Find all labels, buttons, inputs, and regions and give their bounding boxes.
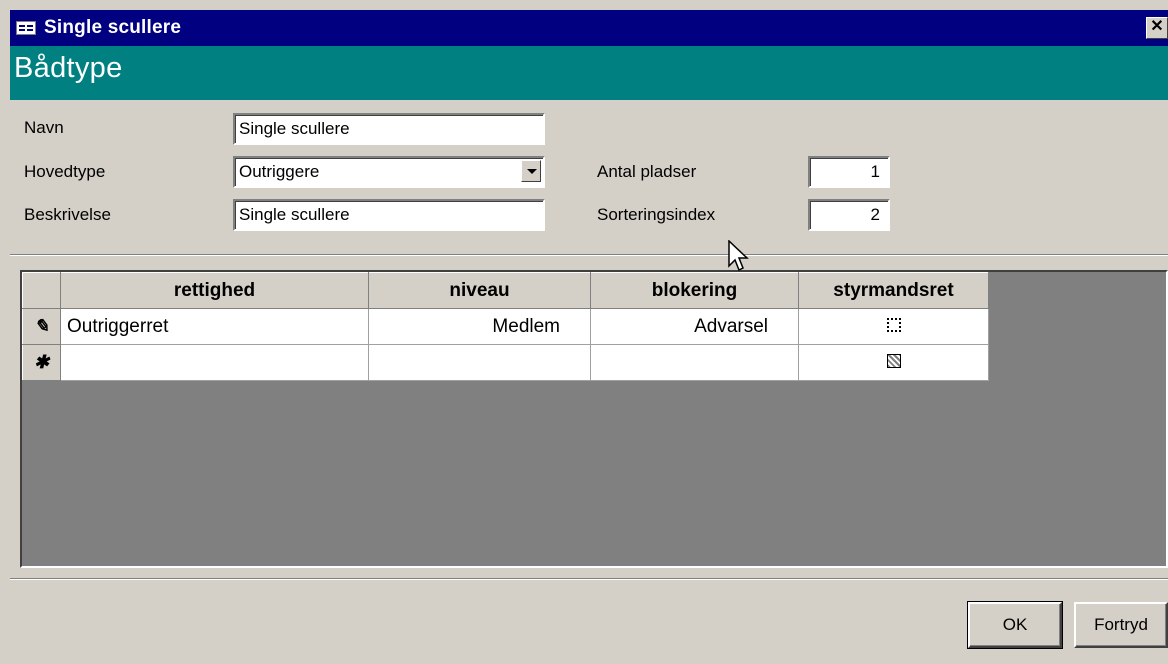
styrmandsret-checkbox[interactable] [886, 317, 901, 332]
cell-styrmandsret[interactable] [798, 344, 989, 381]
close-button[interactable]: ✕ [1146, 17, 1168, 39]
column-header-styrmandsret[interactable]: styrmandsret [798, 272, 989, 309]
hovedtype-value: Outriggere [239, 162, 320, 181]
datasheet-header-row: rettighed niveau blokering styrmandsret [22, 272, 989, 309]
antal-pladser-field[interactable]: 1 [808, 156, 890, 188]
asterisk-icon: ✱ [33, 351, 50, 372]
navn-label: Navn [24, 118, 64, 137]
corner-selector[interactable] [22, 272, 61, 309]
cell-rettighed[interactable] [60, 344, 369, 381]
navn-field[interactable]: Single scullere [233, 113, 545, 145]
pencil-icon: ✎ [33, 315, 50, 336]
row-selector-new[interactable]: ✱ [22, 344, 61, 381]
column-header-rettighed[interactable]: rettighed [60, 272, 369, 309]
cell-blokering[interactable] [590, 344, 799, 381]
cell-styrmandsret[interactable] [798, 308, 989, 345]
cell-rettighed[interactable]: Outriggerret [60, 308, 369, 345]
hovedtype-label: Hovedtype [24, 162, 106, 181]
antal-pladser-label: Antal pladser [597, 162, 697, 181]
styrmandsret-checkbox[interactable] [886, 353, 901, 368]
beskrivelse-label: Beskrivelse [24, 205, 111, 224]
divider [10, 578, 1168, 580]
cell-niveau[interactable]: Medlem [368, 308, 591, 345]
row-selector-edit[interactable]: ✎ [22, 308, 61, 345]
hovedtype-combo[interactable]: Outriggere [233, 156, 545, 188]
form-icon [16, 21, 36, 35]
cell-niveau[interactable] [368, 344, 591, 381]
table-row[interactable]: ✎ Outriggerret Medlem Advarsel [22, 308, 989, 345]
table-row[interactable]: ✱ [22, 344, 989, 381]
cell-blokering[interactable]: Advarsel [590, 308, 799, 345]
column-header-niveau[interactable]: niveau [368, 272, 591, 309]
permissions-datasheet[interactable]: rettighed niveau blokering styrmandsret … [20, 270, 1168, 568]
column-header-blokering[interactable]: blokering [590, 272, 799, 309]
divider [10, 254, 1168, 256]
beskrivelse-field[interactable]: Single scullere [233, 199, 545, 231]
datasheet-table: rettighed niveau blokering styrmandsret … [22, 272, 989, 381]
window-titlebar: Single scullere ✕ [10, 10, 1168, 46]
window-title: Single scullere [44, 17, 182, 38]
ok-button[interactable]: OK [967, 601, 1063, 649]
sorteringsindex-field[interactable]: 2 [808, 199, 890, 231]
chevron-down-icon[interactable] [521, 160, 541, 182]
cancel-button[interactable]: Fortryd [1074, 602, 1168, 648]
sorteringsindex-label: Sorteringsindex [597, 205, 716, 224]
page-title: Bådtype [14, 52, 123, 84]
form-header: Bådtype [10, 46, 1168, 100]
mouse-cursor-icon [728, 240, 749, 272]
